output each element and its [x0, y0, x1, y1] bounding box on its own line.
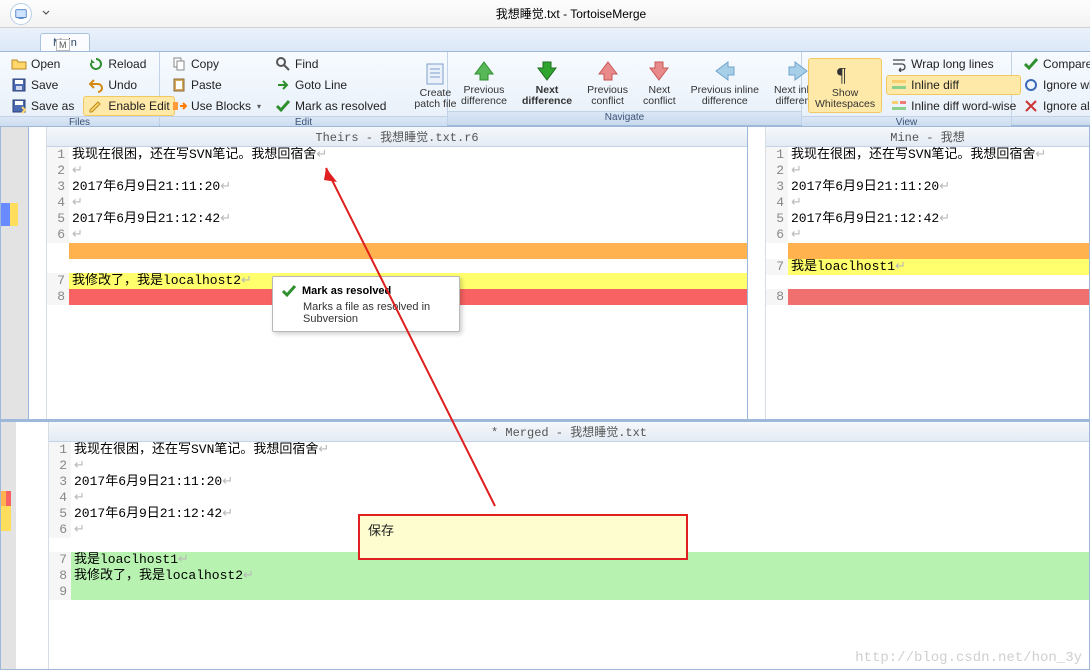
use-blocks-button[interactable]: Use Blocks▾ [166, 96, 266, 116]
ribbon: Open Save Save as Reload Undo Enable Edi… [0, 52, 1090, 126]
save-button[interactable]: Save [6, 75, 79, 95]
theirs-pane: Theirs - 我想睡觉.txt.r6 1我现在很困，还在写SVN笔记。我想回… [28, 126, 748, 420]
workspace: Theirs - 我想睡觉.txt.r6 1我现在很困，还在写SVN笔记。我想回… [0, 126, 1090, 670]
tab-row: Main M [0, 28, 1090, 52]
reload-icon [88, 56, 104, 72]
qat-dropdown-icon[interactable] [42, 9, 52, 19]
paste-icon [171, 77, 187, 93]
svg-text:¶: ¶ [837, 64, 846, 86]
mine-code[interactable]: 1我现在很困，还在写SVN笔记。我想回宿舍↵2↵32017年6月9日21:11:… [766, 147, 1089, 419]
marker-strip [29, 127, 47, 419]
annotation-callout: 保存 [358, 514, 688, 560]
edit-icon [88, 98, 104, 114]
code-line[interactable]: 2↵ [47, 163, 747, 179]
group-navigate-label: Navigate [448, 111, 801, 125]
overview-strip-left-b[interactable] [10, 127, 19, 419]
code-line[interactable] [766, 275, 1089, 289]
inlinediff-icon [891, 77, 907, 93]
overview-strip-left-c[interactable] [18, 127, 28, 419]
code-line[interactable]: 2↵ [49, 458, 1089, 474]
ignore-whitespace-button[interactable]: Ignore wh [1018, 75, 1090, 95]
watermark: http://blog.csdn.net/hon_3y [855, 650, 1082, 666]
save-icon [11, 77, 27, 93]
radio-icon [1023, 77, 1039, 93]
down-arrow-red-icon [646, 58, 672, 84]
inlineword-icon [891, 98, 907, 114]
merged-header: * Merged - 我想睡觉.txt [49, 422, 1089, 442]
copy-icon [171, 56, 187, 72]
wrap-icon [891, 56, 907, 72]
up-arrow-red-icon [595, 58, 621, 84]
open-button[interactable]: Open [6, 54, 79, 74]
code-line[interactable]: 6↵ [766, 227, 1089, 243]
undo-icon [88, 77, 104, 93]
code-line[interactable]: 9 [49, 584, 1089, 600]
compare-button[interactable]: Compare w [1018, 54, 1090, 74]
check-green-icon [1023, 56, 1039, 72]
code-line[interactable]: 4↵ [49, 490, 1089, 506]
code-line[interactable]: 52017年6月9日21:12:42↵ [766, 211, 1089, 227]
code-line[interactable]: 52017年6月9日21:12:42↵ [47, 211, 747, 227]
code-line[interactable]: 1我现在很困，还在写SVN笔记。我想回宿舍↵ [49, 442, 1089, 458]
ignore-all-button[interactable]: Ignore all [1018, 96, 1090, 116]
wrap-lines-button[interactable]: Wrap long lines [886, 54, 1021, 74]
pilcrow-icon: ¶ [832, 61, 858, 87]
code-line[interactable]: 4↵ [47, 195, 747, 211]
saveas-icon [11, 98, 27, 114]
code-line[interactable]: 1我现在很困，还在写SVN笔记。我想回宿舍↵ [766, 147, 1089, 163]
chevron-down-icon: ▾ [257, 102, 261, 111]
code-line[interactable]: 8我修改了，我是localhost2↵ [49, 568, 1089, 584]
down-arrow-green-icon [534, 58, 560, 84]
next-diff-button[interactable]: Next difference [515, 55, 579, 110]
left-arrow-icon [712, 58, 738, 84]
code-line[interactable]: 7我是loaclhost1↵ [766, 259, 1089, 275]
x-icon [1023, 98, 1039, 114]
mine-pane: Mine - 我想 1我现在很困，还在写SVN笔记。我想回宿舍↵2↵32017年… [748, 126, 1090, 420]
code-line[interactable]: 8 [766, 289, 1089, 305]
patch-icon [422, 61, 448, 87]
show-whitespace-button[interactable]: ¶Show Whitespaces [808, 58, 882, 113]
theirs-header: Theirs - 我想睡觉.txt.r6 [47, 127, 747, 147]
mine-header: Mine - 我想 [766, 127, 1089, 147]
mark-resolved-button[interactable]: Mark as resolved [270, 96, 391, 116]
find-icon [275, 56, 291, 72]
prev-diff-button[interactable]: Previous difference [454, 55, 514, 110]
prev-conflict-button[interactable]: Previous conflict [580, 55, 635, 110]
merged-overview-c[interactable] [11, 422, 16, 669]
goto-line-button[interactable]: Goto Line [270, 75, 391, 95]
code-line[interactable]: 4↵ [766, 195, 1089, 211]
open-icon [11, 56, 27, 72]
copy-button[interactable]: Copy [166, 54, 266, 74]
saveas-button[interactable]: Save as [6, 96, 79, 116]
code-line[interactable]: 32017年6月9日21:11:20↵ [766, 179, 1089, 195]
app-icon [10, 3, 32, 25]
inline-diff-button[interactable]: Inline diff [886, 75, 1021, 95]
accesskey-hint: M [56, 39, 70, 51]
code-line[interactable]: — [47, 243, 747, 259]
window-title: 我想睡觉.txt - TortoiseMerge [52, 5, 1090, 22]
marker-strip [748, 127, 766, 419]
up-arrow-green-icon [471, 58, 497, 84]
inline-diff-word-button[interactable]: Inline diff word-wise [886, 96, 1021, 116]
check-icon [275, 98, 291, 114]
code-line[interactable]: 2↵ [766, 163, 1089, 179]
mark-resolved-tooltip: Mark as resolved Marks a file as resolve… [272, 276, 460, 332]
gotoline-icon [275, 77, 291, 93]
useblocks-icon [171, 98, 187, 114]
find-button[interactable]: Find [270, 54, 391, 74]
code-line[interactable]: 32017年6月9日21:11:20↵ [47, 179, 747, 195]
code-line[interactable]: — [766, 243, 1089, 259]
marker-strip [31, 422, 49, 669]
check-icon [281, 283, 297, 299]
overview-strip-left-a[interactable] [1, 127, 10, 419]
code-line[interactable] [47, 259, 747, 273]
paste-button[interactable]: Paste [166, 75, 266, 95]
code-line[interactable]: 1我现在很困，还在写SVN笔记。我想回宿舍↵ [47, 147, 747, 163]
next-conflict-button[interactable]: Next conflict [636, 55, 683, 110]
code-line[interactable]: 6↵ [47, 227, 747, 243]
titlebar: 我想睡觉.txt - TortoiseMerge [0, 0, 1090, 28]
code-line[interactable]: 32017年6月9日21:11:20↵ [49, 474, 1089, 490]
prev-inline-button[interactable]: Previous inline difference [684, 55, 766, 110]
